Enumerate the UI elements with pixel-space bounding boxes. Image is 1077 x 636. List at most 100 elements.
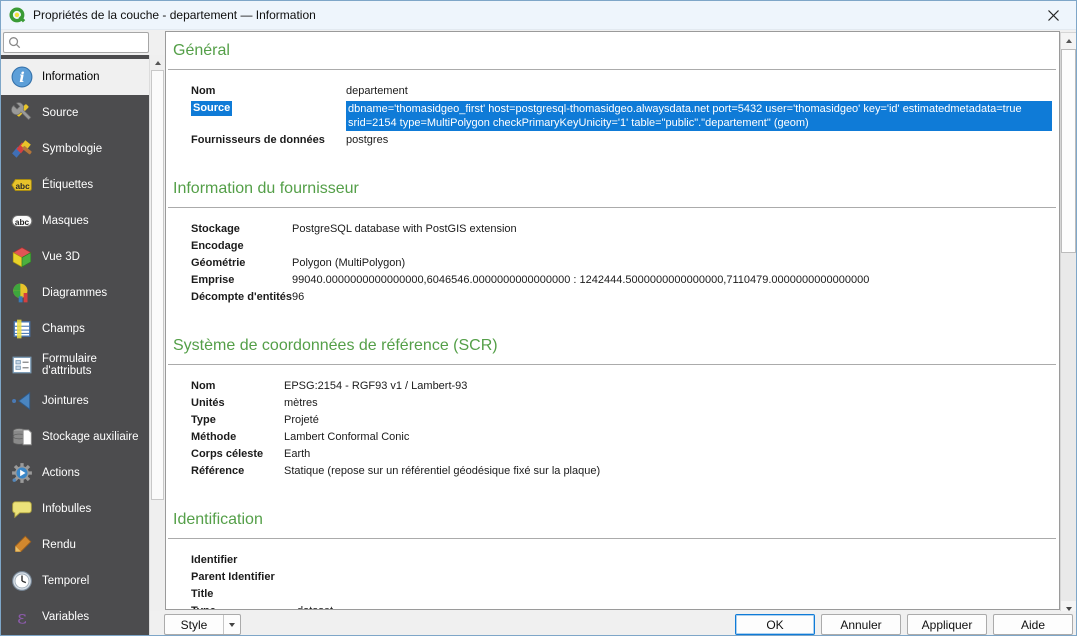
table-row: Type Projeté xyxy=(191,412,600,429)
row-value: Lambert Conformal Conic xyxy=(284,431,410,443)
row-value: 99040.0000000000000000,6046546.000000000… xyxy=(292,274,870,286)
row-label: Fournisseurs de données xyxy=(191,134,325,146)
sidebar-item-fields[interactable]: Champs xyxy=(1,311,149,347)
sidebar-item-temporal[interactable]: Temporel xyxy=(1,563,149,599)
ok-button[interactable]: OK xyxy=(735,614,815,635)
svg-text:i: i xyxy=(19,70,24,86)
sidebar-item-label: Temporel xyxy=(42,574,90,587)
3d-view-icon xyxy=(12,247,31,268)
table-row: Title xyxy=(191,586,333,603)
sidebar-item-auxiliary-storage[interactable]: Stockage auxiliaire xyxy=(1,419,149,455)
close-button[interactable] xyxy=(1030,1,1076,30)
sidebar-item-joins[interactable]: Jointures xyxy=(1,383,149,419)
source-icon xyxy=(10,102,31,121)
window-title: Propriétés de la couche - departement — … xyxy=(33,8,316,22)
fields-icon xyxy=(13,319,30,339)
masks-icon: abc xyxy=(11,214,32,228)
table-row-selected: Source dbname='thomasidgeo_first' host=p… xyxy=(191,100,1052,132)
table-row: Décompte d'entités 96 xyxy=(191,289,869,306)
information-icon: i xyxy=(11,66,32,88)
style-menu-button[interactable]: Style xyxy=(164,614,241,635)
row-label: Parent Identifier xyxy=(191,571,275,583)
section-divider xyxy=(168,69,1056,70)
row-value: PostgreSQL database with PostGIS extensi… xyxy=(292,223,517,235)
sidebar-item-label: Symbologie xyxy=(42,142,103,155)
sidebar-item-symbology[interactable]: Symbologie xyxy=(1,131,149,167)
scrollbar-up-icon[interactable] xyxy=(150,55,165,70)
row-label: Nom xyxy=(191,85,216,97)
identification-table: Identifier Parent Identifier Title Typed… xyxy=(191,552,333,609)
dialog-button-bar: Style OK Annuler Appliquer Aide xyxy=(150,611,1076,635)
style-button-label: Style xyxy=(180,617,208,632)
row-label: Source xyxy=(191,101,233,116)
svg-text:abc: abc xyxy=(15,182,30,191)
sidebar-item-tooltips[interactable]: Infobulles xyxy=(1,491,149,527)
table-row: Fournisseurs de données postgres xyxy=(191,132,1052,149)
table-row: Méthode Lambert Conformal Conic xyxy=(191,429,600,446)
table-row: Stockage PostgreSQL database with PostGIS… xyxy=(191,221,869,238)
apply-button[interactable]: Appliquer xyxy=(907,614,987,635)
sidebar-item-labels[interactable]: abc Étiquettes xyxy=(1,167,149,203)
svg-text:abc: abc xyxy=(14,218,29,227)
tooltips-icon xyxy=(11,501,32,519)
row-value xyxy=(297,586,333,603)
row-label: Type xyxy=(191,414,216,426)
sidebar-item-diagrams[interactable]: Diagrammes xyxy=(1,275,149,311)
section-title-identification: Identification xyxy=(173,511,263,528)
labels-icon: abc xyxy=(10,179,32,191)
symbology-icon xyxy=(11,140,32,158)
content-scrollbar-thumb[interactable] xyxy=(1061,49,1076,253)
sidebar-item-label: Vue 3D xyxy=(42,250,80,263)
sidebar-item-label: Étiquettes xyxy=(42,178,94,191)
row-label: Géométrie xyxy=(191,257,246,269)
content-scrollbar[interactable] xyxy=(1060,32,1076,618)
section-provider: Information du fournisseur Stockage Postg… xyxy=(166,180,1059,306)
scrollbar-up-icon[interactable] xyxy=(1061,33,1076,49)
sidebar-item-label: Actions xyxy=(42,466,80,479)
help-button[interactable]: Aide xyxy=(993,614,1073,635)
sidebar-item-label: Information xyxy=(42,70,100,83)
chevron-down-icon xyxy=(223,615,240,634)
row-value xyxy=(297,569,333,586)
table-row: Nom EPSG:2154 - RGF93 v1 / Lambert-93 xyxy=(191,378,600,395)
sidebar-item-attributes-form[interactable]: Formulaire d'attributs xyxy=(1,347,149,383)
row-value: Polygon (MultiPolygon) xyxy=(292,257,406,269)
row-label: Référence xyxy=(191,465,245,477)
information-panel: Général Nom departement Source dbname='t… xyxy=(165,31,1060,610)
layer-properties-dialog: Propriétés de la couche - departement — … xyxy=(0,0,1077,636)
row-label: Corps céleste xyxy=(191,448,264,460)
row-value: dataset xyxy=(297,603,333,609)
row-value: Statique (repose sur un référentiel géod… xyxy=(284,465,601,477)
sidebar-item-rendering[interactable]: Rendu xyxy=(1,527,149,563)
sidebar-item-masks[interactable]: abc Masques xyxy=(1,203,149,239)
sidebar-item-label: Champs xyxy=(42,322,85,335)
section-identification: Identification Identifier Parent Identif… xyxy=(166,511,1059,609)
sidebar-item-actions[interactable]: Actions xyxy=(1,455,149,491)
section-divider xyxy=(168,207,1056,208)
row-label: Méthode xyxy=(191,431,237,443)
table-row: Géométrie Polygon (MultiPolygon) xyxy=(191,255,869,272)
sidebar-item-label: Rendu xyxy=(42,538,76,551)
sidebar-scrollbar-thumb[interactable] xyxy=(151,70,164,500)
sidebar-item-label: Jointures xyxy=(42,394,89,407)
sidebar-item-label: Diagrammes xyxy=(42,286,108,299)
search-input[interactable] xyxy=(25,36,144,49)
rendering-icon xyxy=(14,535,31,553)
sidebar-item-source[interactable]: Source xyxy=(1,95,149,131)
row-label: Nom xyxy=(191,380,216,392)
row-label: Title xyxy=(191,588,214,600)
row-value xyxy=(297,552,333,569)
row-value: 96 xyxy=(292,291,305,303)
sidebar-item-variables[interactable]: ε Variables xyxy=(1,599,149,635)
row-value: Earth xyxy=(284,448,311,460)
sidebar-search xyxy=(3,32,149,53)
table-row: Identifier xyxy=(191,552,333,569)
row-value: EPSG:2154 - RGF93 v1 / Lambert-93 xyxy=(284,380,468,392)
cancel-button[interactable]: Annuler xyxy=(821,614,901,635)
svg-text:ε: ε xyxy=(17,608,27,628)
row-label: Stockage xyxy=(191,223,240,235)
sidebar-scrollbar[interactable] xyxy=(149,55,165,635)
row-label: Décompte d'entités xyxy=(191,291,293,303)
sidebar-item-3d-view[interactable]: Vue 3D xyxy=(1,239,149,275)
sidebar-item-information[interactable]: i Information xyxy=(1,59,149,95)
